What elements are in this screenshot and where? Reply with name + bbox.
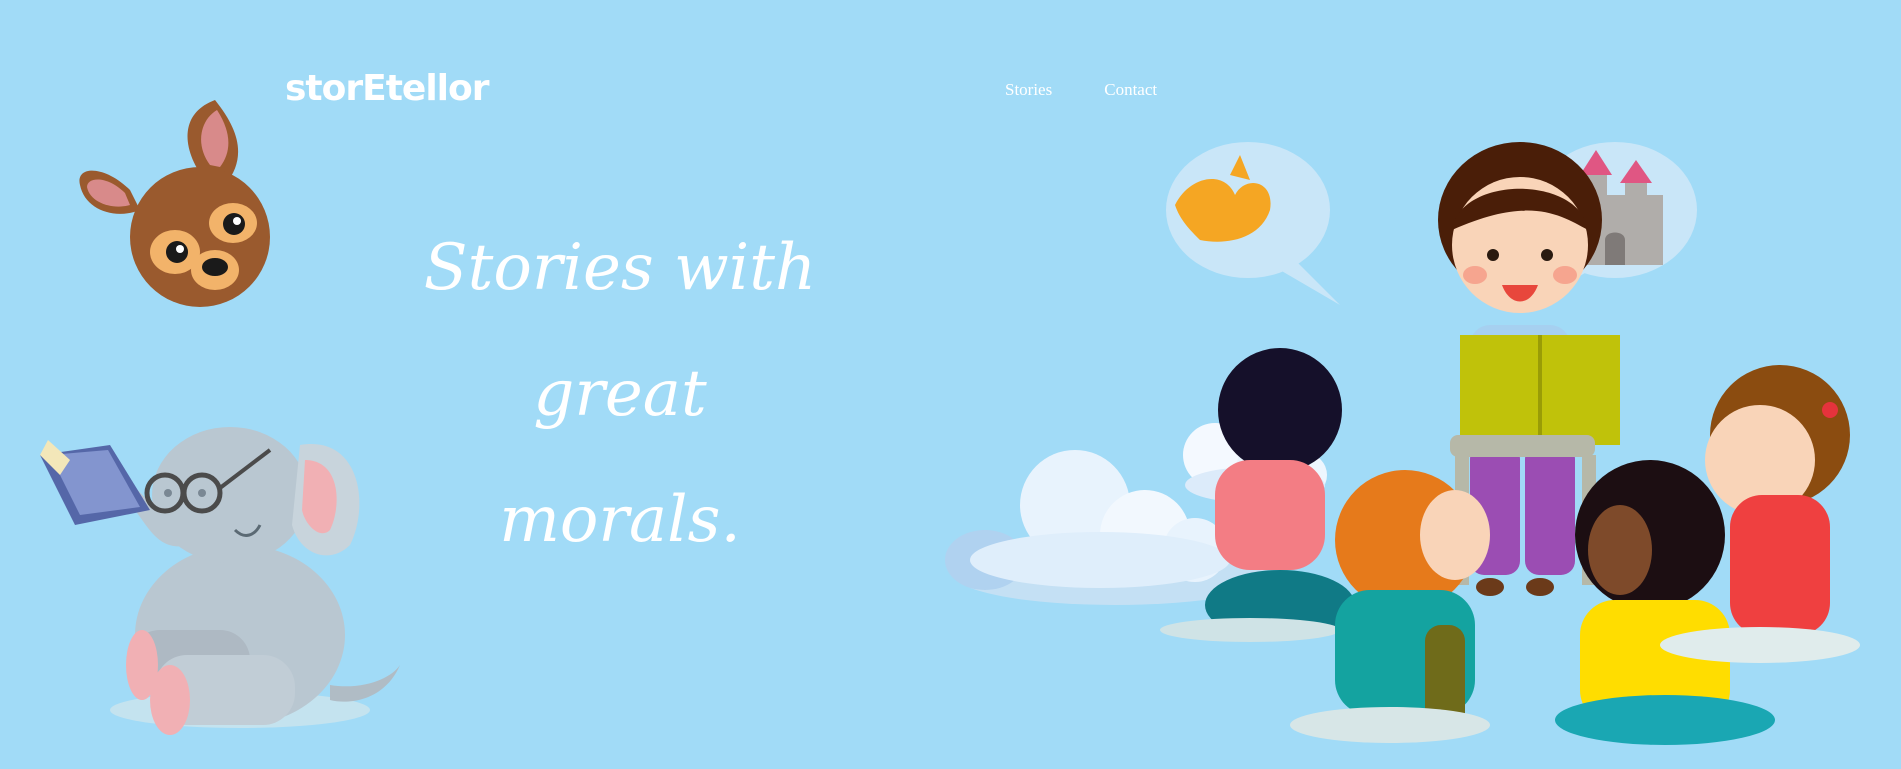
nav-item-contact[interactable]: Contact (1104, 80, 1157, 100)
hero-headline: Stories with great morals. (330, 205, 910, 583)
page: storEtellor Stories Contact Stories with… (0, 0, 1901, 769)
storytime-illustration (1160, 142, 1860, 745)
headline-line-2: morals. (499, 483, 741, 557)
nav-item-stories[interactable]: Stories (1005, 80, 1052, 100)
elephant-illustration (40, 427, 400, 735)
brand-logo[interactable]: storEtellor (285, 68, 490, 109)
main-nav: Stories Contact (1005, 80, 1157, 100)
headline-line-1: Stories with great (423, 231, 817, 431)
deer-illustration (79, 100, 270, 307)
